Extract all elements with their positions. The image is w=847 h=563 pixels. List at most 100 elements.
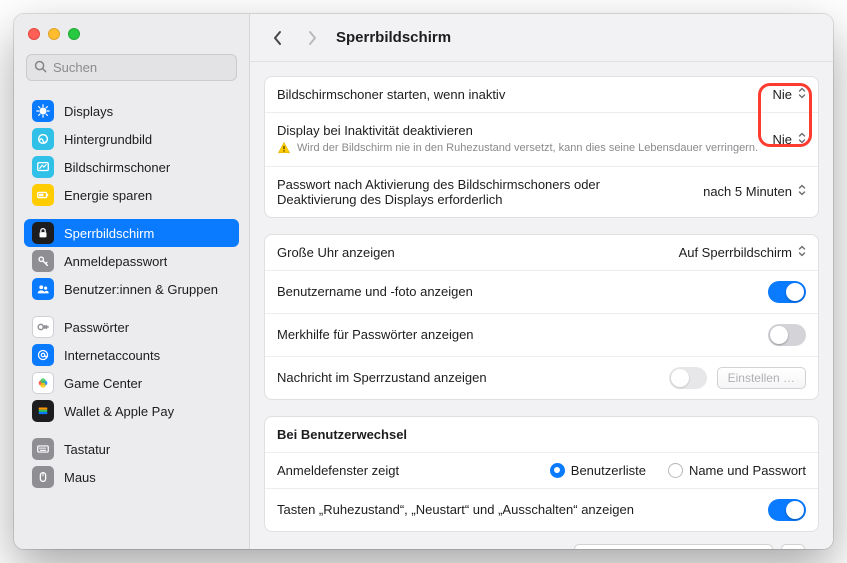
search-input[interactable] xyxy=(26,54,237,81)
screensaver-start-popup[interactable]: Nie xyxy=(772,87,806,102)
row-login-window-shows: Anmeldefenster zeigt Benutzerliste Name … xyxy=(265,453,818,489)
popup-value: nach 5 Minuten xyxy=(703,184,792,199)
login-window-radio-group: Benutzerliste Name und Passwort xyxy=(550,463,806,478)
warning-text: Wird der Bildschirm nie in den Ruhezusta… xyxy=(297,141,758,156)
sidebar-item-label: Game Center xyxy=(64,376,142,391)
sidebar-item-anmeldepasswort[interactable]: Anmeldepasswort xyxy=(24,247,239,275)
sidebar-item-label: Displays xyxy=(64,104,113,119)
warning-icon xyxy=(277,141,291,155)
minimize-window-button[interactable] xyxy=(48,28,60,40)
wallpaper-icon xyxy=(32,128,54,150)
power-buttons-switch[interactable] xyxy=(768,499,806,521)
row-label: Große Uhr anzeigen xyxy=(277,245,669,260)
accessibility-options-button[interactable]: Optionen für Bedienungshilfen … xyxy=(574,544,773,549)
forward-button[interactable] xyxy=(302,28,322,48)
chevron-updown-icon xyxy=(798,245,806,260)
help-button[interactable]: ? xyxy=(781,544,805,549)
radio-label: Benutzerliste xyxy=(571,463,646,478)
section-timers: Bildschirmschoner starten, wenn inaktiv … xyxy=(264,76,819,218)
row-label: Passwort nach Aktivierung des Bildschirm… xyxy=(277,177,637,207)
sidebar-item-game-center[interactable]: Game Center xyxy=(24,369,239,397)
show-username-switch[interactable] xyxy=(768,281,806,303)
section-lockscreen-display: Große Uhr anzeigen Auf Sperrbildschirm B… xyxy=(264,234,819,400)
row-password-hint: Merkhilfe für Passwörter anzeigen xyxy=(265,314,818,357)
close-window-button[interactable] xyxy=(28,28,40,40)
row-label: Merkhilfe für Passwörter anzeigen xyxy=(277,327,758,342)
sidebar-item-sperrbildschirm[interactable]: Sperrbildschirm xyxy=(24,219,239,247)
row-label: Bildschirmschoner starten, wenn inaktiv xyxy=(277,87,762,102)
radio-name-password[interactable]: Name und Passwort xyxy=(668,463,806,478)
sidebar-item-schreibtisch-dock[interactable]: Schreibtisch & Dock xyxy=(24,89,239,97)
battery-icon xyxy=(32,184,54,206)
radio-label: Name und Passwort xyxy=(689,463,806,478)
sidebar-item-label: Bildschirmschoner xyxy=(64,160,170,175)
row-label: Benutzername und -foto anzeigen xyxy=(277,284,758,299)
popup-value: Auf Sperrbildschirm xyxy=(679,245,792,260)
popup-value: Nie xyxy=(772,132,792,147)
sidebar-item-bildschirmschoner[interactable]: Bildschirmschoner xyxy=(24,153,239,181)
row-require-password: Passwort nach Aktivierung des Bildschirm… xyxy=(265,167,818,217)
fullscreen-window-button[interactable] xyxy=(68,28,80,40)
sidebar-item-wallet-apple-pay[interactable]: Wallet & Apple Pay xyxy=(24,397,239,425)
search-field-container xyxy=(26,54,237,81)
sidebar-item-label: Sperrbildschirm xyxy=(64,226,154,241)
lock-message-set-button[interactable]: Einstellen … xyxy=(717,367,806,389)
sidebar-item-label: Tastatur xyxy=(64,442,110,457)
search-icon xyxy=(33,59,48,77)
row-label: Display bei Inaktivität deaktivieren xyxy=(277,123,762,138)
chevron-updown-icon xyxy=(798,132,806,147)
row-label: Nachricht im Sperrzustand anzeigen xyxy=(277,370,659,385)
mouse-icon xyxy=(32,466,54,488)
row-large-clock: Große Uhr anzeigen Auf Sperrbildschirm xyxy=(265,235,818,271)
popup-value: Nie xyxy=(772,87,792,102)
header: Sperrbildschirm xyxy=(250,14,833,62)
require-password-popup[interactable]: nach 5 Minuten xyxy=(703,184,806,199)
row-lock-message: Nachricht im Sperrzustand anzeigen Einst… xyxy=(265,357,818,399)
row-label: Tasten „Ruhezustand“, „Neustart“ und „Au… xyxy=(277,502,758,517)
sidebar-item-energie-sparen[interactable]: Energie sparen xyxy=(24,181,239,209)
row-show-username: Benutzername und -foto anzeigen xyxy=(265,271,818,314)
sidebar-item-label: Passwörter xyxy=(64,320,129,335)
display-off-popup[interactable]: Nie xyxy=(772,132,806,147)
chevron-updown-icon xyxy=(798,87,806,102)
section-heading: Bei Benutzerwechsel xyxy=(265,417,818,453)
sidebar-item-displays[interactable]: Displays xyxy=(24,97,239,125)
sidebar-item-label: Wallet & Apple Pay xyxy=(64,404,174,419)
radio-user-list[interactable]: Benutzerliste xyxy=(550,463,646,478)
sidebar-item-passw-rter[interactable]: Passwörter xyxy=(24,313,239,341)
section-user-switch: Bei Benutzerwechsel Anmeldefenster zeigt… xyxy=(264,416,819,532)
sidebar-item-tastatur[interactable]: Tastatur xyxy=(24,435,239,463)
sidebar-item-hintergrundbild[interactable]: Hintergrundbild xyxy=(24,125,239,153)
sidebar-item-label: Anmeldepasswort xyxy=(64,254,167,269)
password-hint-switch[interactable] xyxy=(768,324,806,346)
wallet-icon xyxy=(32,400,54,422)
lock-icon xyxy=(32,222,54,244)
key-icon xyxy=(32,250,54,272)
sidebar-item-label: Maus xyxy=(64,470,96,485)
content-scroll[interactable]: Bildschirmschoner starten, wenn inaktiv … xyxy=(250,62,833,549)
sidebar-item-benutzer-innen-gruppen[interactable]: Benutzer:innen & Gruppen xyxy=(24,275,239,303)
row-warning: Wird der Bildschirm nie in den Ruhezusta… xyxy=(277,141,762,156)
chevron-updown-icon xyxy=(798,184,806,199)
back-button[interactable] xyxy=(268,28,288,48)
sidebar-item-label: Benutzer:innen & Gruppen xyxy=(64,282,218,297)
settings-window: Schreibtisch & Dock Displays Hintergrundbi… xyxy=(14,14,833,549)
row-label: Anmeldefenster zeigt xyxy=(277,463,540,478)
footer: Optionen für Bedienungshilfen … ? xyxy=(264,544,819,549)
row-screensaver-start: Bildschirmschoner starten, wenn inaktiv … xyxy=(265,77,818,113)
sidebar-item-label: Energie sparen xyxy=(64,188,152,203)
lock-message-switch[interactable] xyxy=(669,367,707,389)
passwords-icon xyxy=(32,316,54,338)
row-display-off: Display bei Inaktivität deaktivieren Wir… xyxy=(265,113,818,167)
page-title: Sperrbildschirm xyxy=(336,29,451,46)
sidebar-item-internetaccounts[interactable]: Internetaccounts xyxy=(24,341,239,369)
gamecenter-icon xyxy=(32,372,54,394)
large-clock-popup[interactable]: Auf Sperrbildschirm xyxy=(679,245,806,260)
displays-icon xyxy=(32,100,54,122)
sidebar-list: Schreibtisch & Dock Displays Hintergrundbi… xyxy=(14,89,249,497)
sidebar: Schreibtisch & Dock Displays Hintergrundbi… xyxy=(14,14,250,549)
sidebar-item-label: Internetaccounts xyxy=(64,348,160,363)
sidebar-item-maus[interactable]: Maus xyxy=(24,463,239,491)
users-icon xyxy=(32,278,54,300)
row-power-buttons: Tasten „Ruhezustand“, „Neustart“ und „Au… xyxy=(265,489,818,531)
